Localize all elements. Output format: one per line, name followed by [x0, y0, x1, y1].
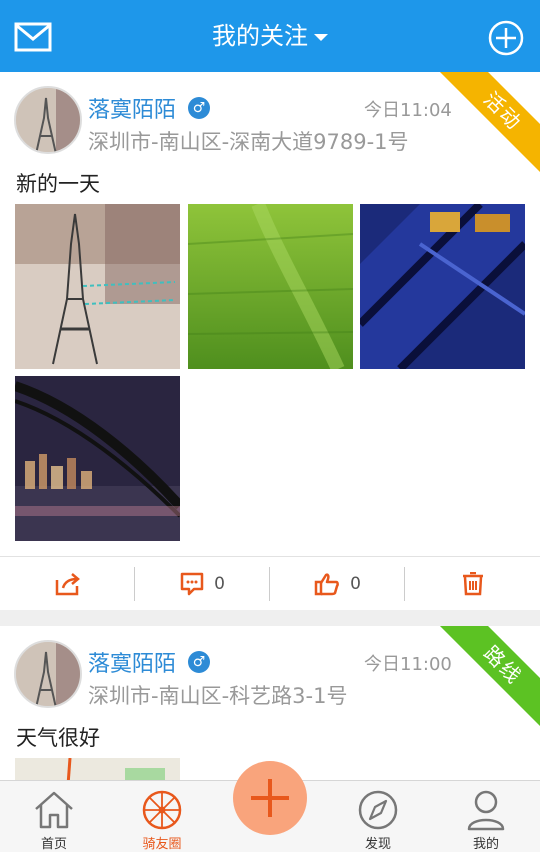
username[interactable]: 落寞陌陌	[88, 646, 176, 678]
post-card[interactable]: 活动 落寞陌陌 ♂ 今日11:04 深圳市-南山区-深南大道9789-1号 新的…	[0, 72, 540, 610]
post-time: 今日11:00	[364, 654, 452, 675]
share-icon	[55, 573, 80, 596]
tab-discover[interactable]: 发现	[338, 785, 418, 852]
like-button[interactable]: 0	[270, 557, 405, 610]
route-map-thumbnail[interactable]	[15, 758, 180, 780]
post-location: 深圳市-南山区-深南大道9789-1号	[88, 130, 409, 154]
user-icon	[467, 790, 505, 831]
home-icon	[35, 791, 73, 829]
comment-icon	[180, 572, 204, 596]
paris-eiffel-tower-photo[interactable]	[15, 204, 180, 369]
avatar[interactable]	[14, 86, 82, 154]
male-icon: ♂	[188, 651, 210, 673]
activity-ribbon: 活动	[437, 72, 540, 177]
tab-home[interactable]: 首页	[14, 785, 94, 852]
post-card[interactable]: 路线 落寞陌陌 ♂ 今日11:00 深圳市-南山区-科艺路3-1号 天气很好	[0, 626, 540, 780]
caret-down-icon	[314, 33, 328, 41]
trash-icon	[462, 572, 483, 596]
night-bridge-city-photo[interactable]	[15, 376, 180, 541]
page-title-dropdown[interactable]: 我的关注	[0, 20, 540, 52]
post-location: 深圳市-南山区-科艺路3-1号	[88, 684, 348, 708]
green-grass-photo[interactable]	[188, 204, 353, 369]
page-title: 我的关注	[212, 22, 308, 50]
share-button[interactable]	[0, 557, 135, 610]
post-time: 今日11:04	[364, 100, 452, 121]
tab-label: 首页	[40, 837, 67, 852]
tab-riders[interactable]: 骑友圈	[122, 785, 202, 852]
compose-button[interactable]	[233, 761, 307, 835]
username[interactable]: 落寞陌陌	[88, 92, 176, 124]
plus-icon	[251, 779, 289, 817]
post-actions-bar: 0 0	[0, 556, 540, 610]
like-count: 0	[350, 574, 361, 594]
bike-wheel-icon	[142, 790, 182, 830]
blue-steel-structure-photo[interactable]	[360, 204, 525, 369]
compass-icon	[358, 790, 398, 830]
tab-label: 骑友圈	[142, 837, 182, 852]
top-bar: 我的关注	[0, 0, 540, 72]
feed[interactable]: 活动 落寞陌陌 ♂ 今日11:04 深圳市-南山区-深南大道9789-1号 新的…	[0, 72, 540, 780]
tab-label: 发现	[364, 837, 391, 852]
delete-button[interactable]	[405, 557, 540, 610]
post-text: 天气很好	[16, 726, 100, 750]
male-icon: ♂	[188, 97, 210, 119]
tab-label: 我的	[472, 837, 499, 852]
avatar[interactable]	[14, 640, 82, 708]
route-ribbon: 路线	[437, 626, 540, 731]
plus-circle-icon[interactable]	[488, 20, 524, 56]
post-text: 新的一天	[16, 172, 100, 196]
thumbs-up-icon	[314, 573, 339, 596]
comment-button[interactable]: 0	[135, 557, 270, 610]
comment-count: 0	[214, 574, 225, 594]
tab-mine[interactable]: 我的	[446, 785, 526, 852]
